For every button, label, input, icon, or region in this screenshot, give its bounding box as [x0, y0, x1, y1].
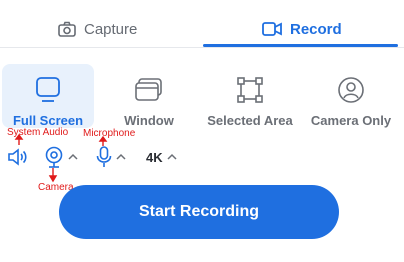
chevron-up-icon[interactable] [116, 153, 126, 161]
microphone-toggle[interactable] [96, 146, 126, 168]
start-recording-label: Start Recording [138, 203, 259, 220]
start-recording-button[interactable]: Start Recording [59, 185, 339, 239]
arrow-head-camera [48, 175, 58, 183]
camera-toggle[interactable] [44, 146, 78, 168]
system-audio-toggle[interactable] [7, 146, 29, 168]
resolution-selector[interactable]: 4K [146, 146, 177, 168]
arrow-head-microphone [98, 135, 108, 142]
microphone-icon [96, 146, 112, 168]
speaker-icon [7, 147, 29, 167]
webcam-icon [44, 146, 64, 168]
resolution-value: 4K [146, 149, 163, 165]
arrow-head-system-audio [14, 133, 24, 140]
chevron-up-icon[interactable] [68, 153, 78, 161]
chevron-up-icon[interactable] [167, 153, 177, 161]
